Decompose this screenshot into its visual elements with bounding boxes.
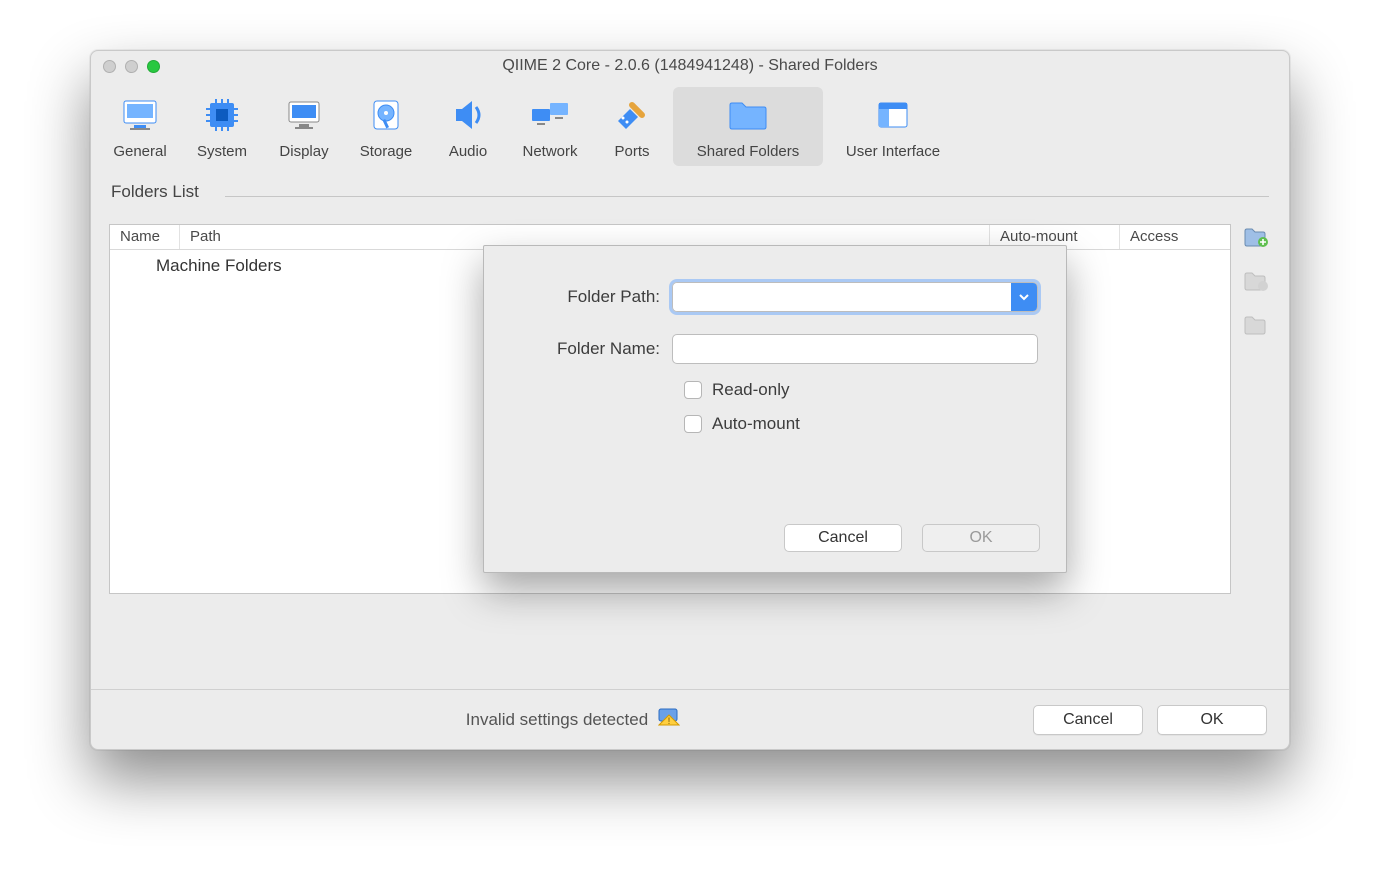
col-access[interactable]: Access: [1120, 225, 1230, 249]
folder-path-dropdown-button[interactable]: [1011, 283, 1037, 311]
ports-icon: [608, 91, 656, 139]
auto-mount-label: Auto-mount: [712, 414, 800, 434]
toolbar-audio[interactable]: Audio: [427, 87, 509, 166]
checkbox-icon: [684, 415, 702, 433]
toolbar-network-label: Network: [522, 143, 577, 160]
window-ok-button[interactable]: OK: [1157, 705, 1267, 735]
toolbar-system[interactable]: System: [181, 87, 263, 166]
speaker-icon: [444, 91, 492, 139]
folder-name-input[interactable]: [672, 334, 1038, 364]
svg-text:!: !: [668, 716, 671, 726]
edit-folder-button[interactable]: [1243, 270, 1269, 292]
bottom-bar: Invalid settings detected ! Cancel OK: [91, 689, 1289, 749]
add-share-dialog: Folder Path: Folder Name: Read-only Auto…: [483, 245, 1067, 573]
toolbar-user-interface-label: User Interface: [846, 143, 940, 160]
titlebar: QIIME 2 Core - 2.0.6 (1484941248) - Shar…: [91, 51, 1289, 81]
toolbar-general-label: General: [113, 143, 166, 160]
toolbar: General System Display Storage Audio: [91, 81, 1289, 172]
remove-folder-button[interactable]: [1243, 314, 1269, 336]
add-folder-button[interactable]: [1243, 226, 1269, 248]
toolbar-shared-folders-label: Shared Folders: [697, 143, 800, 160]
folder-path-combo[interactable]: [672, 282, 1038, 312]
window-cancel-button[interactable]: Cancel: [1033, 705, 1143, 735]
checkbox-icon: [684, 381, 702, 399]
dialog-cancel-button[interactable]: Cancel: [784, 524, 902, 552]
toolbar-ports-label: Ports: [614, 143, 649, 160]
ui-icon: [869, 91, 917, 139]
read-only-label: Read-only: [712, 380, 790, 400]
toolbar-user-interface[interactable]: User Interface: [823, 87, 963, 166]
toolbar-ports[interactable]: Ports: [591, 87, 673, 166]
warning-icon: !: [658, 707, 680, 732]
monitor-icon: [116, 91, 164, 139]
folder-icon: [724, 91, 772, 139]
toolbar-shared-folders[interactable]: Shared Folders: [673, 87, 823, 166]
harddisk-icon: [362, 91, 410, 139]
toolbar-audio-label: Audio: [449, 143, 487, 160]
dialog-ok-button[interactable]: OK: [922, 524, 1040, 552]
table-side-buttons: [1231, 224, 1271, 336]
chip-icon: [198, 91, 246, 139]
settings-window: QIIME 2 Core - 2.0.6 (1484941248) - Shar…: [90, 50, 1290, 750]
auto-mount-checkbox[interactable]: Auto-mount: [684, 414, 1038, 434]
folder-path-label: Folder Path:: [512, 287, 672, 307]
divider: [225, 196, 1269, 197]
toolbar-storage-label: Storage: [360, 143, 413, 160]
toolbar-general[interactable]: General: [99, 87, 181, 166]
display-icon: [280, 91, 328, 139]
col-name[interactable]: Name: [110, 225, 180, 249]
folders-list-title: Folders List: [111, 182, 1271, 202]
toolbar-storage[interactable]: Storage: [345, 87, 427, 166]
toolbar-display[interactable]: Display: [263, 87, 345, 166]
status: Invalid settings detected !: [113, 707, 1033, 732]
status-text: Invalid settings detected: [466, 710, 648, 730]
read-only-checkbox[interactable]: Read-only: [684, 380, 1038, 400]
toolbar-system-label: System: [197, 143, 247, 160]
toolbar-network[interactable]: Network: [509, 87, 591, 166]
toolbar-display-label: Display: [279, 143, 328, 160]
folder-name-label: Folder Name:: [512, 339, 672, 359]
folder-path-input[interactable]: [673, 283, 1011, 311]
window-title: QIIME 2 Core - 2.0.6 (1484941248) - Shar…: [91, 57, 1289, 75]
network-icon: [526, 91, 574, 139]
